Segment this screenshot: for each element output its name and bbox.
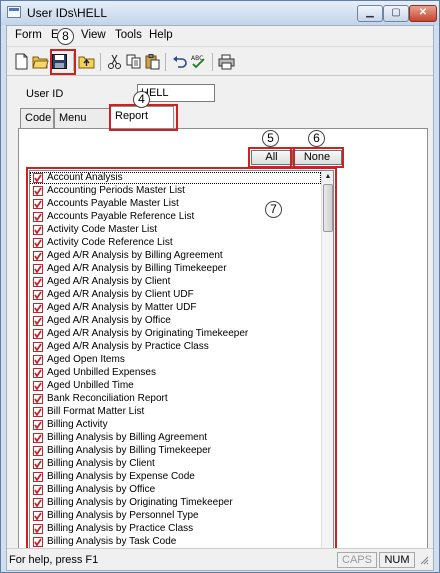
- toolbar-separator: [212, 53, 213, 71]
- application-window: User IDs\HELL ▁ ▢ ✕ Form Edit View Tools…: [0, 0, 440, 573]
- paste-button[interactable]: [144, 53, 161, 70]
- copy-button[interactable]: [125, 53, 142, 70]
- callout-4: 4: [133, 91, 150, 108]
- tab-code[interactable]: Code: [20, 108, 54, 128]
- tab-menu-rights[interactable]: Menu Rights: [54, 108, 110, 142]
- minimize-icon: ▁: [366, 7, 374, 18]
- menu-help[interactable]: Help: [149, 29, 173, 41]
- minimize-button[interactable]: ▁: [357, 5, 383, 22]
- user-id-label: User ID: [26, 88, 64, 100]
- cut-icon: [108, 54, 121, 69]
- paste-icon: [145, 54, 160, 70]
- maximize-button[interactable]: ▢: [383, 5, 409, 22]
- toolbar-separator: [100, 53, 101, 71]
- menu-tools[interactable]: Tools: [115, 29, 142, 41]
- menu-form[interactable]: Form: [15, 29, 42, 41]
- open-folder-icon: [32, 56, 49, 69]
- print-icon: [218, 54, 235, 70]
- none-button-highlight: [290, 147, 344, 168]
- close-button[interactable]: ✕: [409, 5, 437, 22]
- print-button[interactable]: [218, 53, 235, 70]
- cut-button[interactable]: [106, 53, 123, 70]
- callout-7: 7: [265, 201, 282, 218]
- menu-view[interactable]: View: [81, 29, 106, 41]
- new-file-button[interactable]: [13, 53, 30, 70]
- report-list-highlight: [26, 167, 337, 566]
- spell-check-button[interactable]: ABC: [190, 53, 207, 70]
- callout-8: 8: [57, 28, 74, 45]
- window-title: User IDs\HELL: [27, 6, 108, 20]
- up-folder-button[interactable]: [78, 53, 95, 70]
- all-button-highlight: [248, 147, 295, 168]
- caps-lock-indicator: CAPS: [337, 552, 377, 568]
- status-bar: For help, press F1 CAPS NUM: [7, 548, 433, 570]
- copy-icon: [126, 54, 141, 69]
- up-folder-icon: [78, 56, 95, 69]
- report-rights-highlight: [109, 104, 178, 131]
- close-icon: ✕: [418, 7, 428, 18]
- spell-check-icon: ABC: [191, 55, 205, 69]
- status-help-text: For help, press F1: [9, 554, 99, 566]
- num-lock-indicator: NUM: [379, 552, 415, 568]
- new-file-icon: [15, 53, 28, 70]
- maximize-icon: ▢: [391, 7, 401, 18]
- resize-grip-icon[interactable]: [419, 555, 429, 565]
- title-bar[interactable]: User IDs\HELL ▁ ▢ ✕: [1, 1, 439, 25]
- toolbar-separator: [165, 53, 166, 71]
- window-app-icon: [7, 6, 21, 18]
- undo-icon: [173, 56, 187, 68]
- callout-5: 5: [262, 130, 279, 147]
- undo-button[interactable]: [171, 53, 188, 70]
- open-folder-button[interactable]: [32, 53, 49, 70]
- callout-6: 6: [308, 130, 325, 147]
- client-area: Form Edit View Tools Help: [6, 25, 434, 571]
- save-highlight: [50, 49, 76, 75]
